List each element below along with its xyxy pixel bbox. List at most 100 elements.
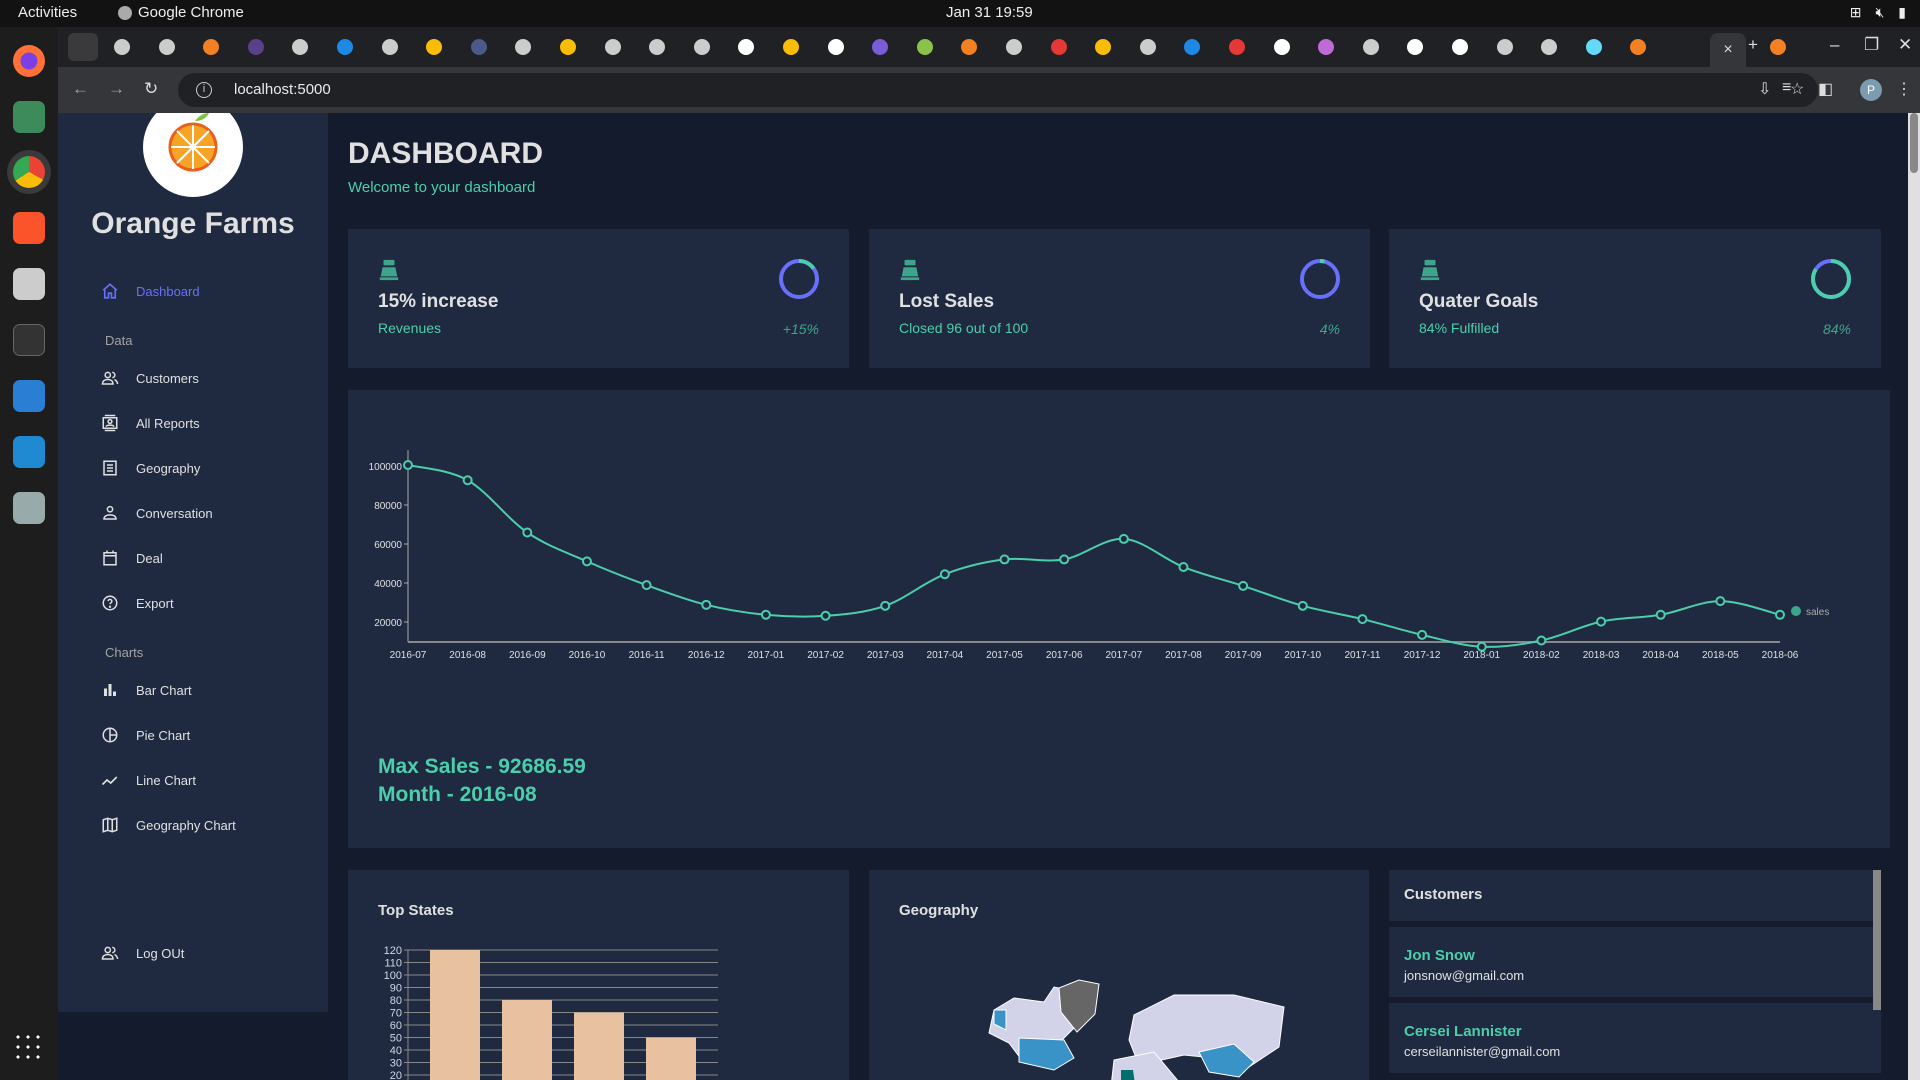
logout-button[interactable]: Log OUt [98, 941, 184, 965]
data-point [641, 580, 652, 591]
text-editor-icon[interactable] [13, 268, 45, 300]
vscode-icon[interactable] [13, 436, 45, 468]
tab-favicon-icon[interactable] [1184, 39, 1201, 55]
scrollbar-thumb[interactable] [1910, 113, 1918, 173]
customers-scrollbar[interactable] [1873, 870, 1881, 1010]
tab-favicon-icon[interactable] [783, 39, 799, 55]
page-scrollbar[interactable] [1908, 113, 1920, 1080]
customer-list-item[interactable]: Jon Snow jonsnow@gmail.com [1389, 927, 1881, 997]
tab-favicon-icon[interactable] [872, 39, 889, 55]
sidebar-item-conversation[interactable]: Conversation [98, 501, 213, 525]
restore-button[interactable]: ❐ [1864, 35, 1879, 55]
site-info-icon[interactable]: i [196, 82, 212, 98]
back-button[interactable]: ← [72, 79, 89, 99]
tab-favicon-icon[interactable] [247, 39, 264, 55]
menu-kebab-icon[interactable]: ⋮ [1896, 79, 1912, 99]
reload-button[interactable]: ↻ [144, 79, 158, 99]
tab-favicon-icon[interactable] [1541, 39, 1558, 55]
media-control-icon[interactable]: ≡ [1782, 79, 1791, 97]
tab-favicon-icon[interactable] [1139, 39, 1156, 55]
install-app-icon[interactable]: ⇩ [1758, 73, 1771, 107]
tab-favicon-icon[interactable] [738, 39, 755, 55]
customer-list-item[interactable]: Cersei Lannister cerseilannister@gmail.co… [1389, 1003, 1881, 1073]
tab-favicon-icon[interactable] [961, 39, 978, 55]
geography-panel: Geography [869, 870, 1369, 1080]
sidebar-item-geography[interactable]: Geography [98, 456, 200, 480]
tab-favicon-icon[interactable] [1362, 39, 1379, 55]
progress-circle [779, 259, 819, 299]
close-tab-icon[interactable]: × [1723, 41, 1732, 58]
x-tick-label: 2017-03 [867, 650, 904, 661]
sidebar-item-bar-chart[interactable]: Bar Chart [98, 678, 192, 702]
sidebar-item-line-chart[interactable]: Line Chart [98, 768, 196, 792]
tab-favicon-icon[interactable] [1630, 39, 1647, 55]
tab-favicon-icon[interactable] [1770, 39, 1786, 55]
tab-favicon-icon[interactable] [1318, 39, 1335, 55]
sidebar-item-deal[interactable]: Deal [98, 546, 163, 570]
tab-favicon-icon[interactable] [1006, 39, 1022, 55]
tab-favicon-icon[interactable] [114, 39, 130, 55]
minimize-button[interactable]: – [1830, 35, 1839, 55]
side-panel-icon[interactable]: ◧ [1818, 79, 1833, 99]
brand-name: Orange Farms [91, 207, 295, 240]
sidebar-item-pie-chart[interactable]: Pie Chart [98, 723, 190, 747]
tab-favicon-icon[interactable] [693, 39, 710, 55]
page-title: DASHBOARD [348, 137, 543, 170]
app-menu[interactable]: Google Chrome [118, 4, 244, 21]
tab-favicon-icon[interactable] [916, 39, 933, 55]
tab-favicon-icon[interactable] [1452, 39, 1468, 55]
sidebar-item-geography-chart[interactable]: Geography Chart [98, 813, 236, 837]
writer-icon[interactable] [13, 380, 45, 412]
firefox-icon[interactable] [13, 45, 45, 77]
activities-button[interactable]: Activities [18, 4, 77, 21]
section-label-charts: Charts [105, 645, 144, 660]
people-icon [98, 366, 122, 390]
orange-logo [143, 113, 243, 197]
profile-avatar[interactable]: P [1860, 79, 1882, 101]
tab-favicon-icon[interactable] [292, 39, 309, 55]
tab-favicon-icon[interactable] [426, 39, 443, 55]
address-bar[interactable]: i localhost:5000 ⇩ ☆ [178, 73, 1818, 107]
tab-favicon-icon[interactable] [1585, 39, 1602, 55]
tab-favicon-icon[interactable] [1407, 39, 1424, 55]
stat-percent: 84% [1822, 321, 1851, 337]
data-point [820, 610, 831, 621]
tab-favicon-icon[interactable] [1050, 39, 1067, 55]
sidebar-item-all-reports[interactable]: All Reports [98, 411, 200, 435]
tab-favicon-icon[interactable] [649, 39, 666, 55]
clock[interactable]: Jan 31 19:59 [946, 4, 1033, 21]
active-tab[interactable]: × [1710, 33, 1746, 67]
new-tab-button[interactable]: + [1748, 35, 1758, 55]
tab-favicon-icon[interactable] [337, 39, 353, 55]
tab-favicon-icon[interactable] [560, 39, 576, 55]
y-tick-label: 40000 [374, 579, 402, 590]
tab-favicon-icon[interactable] [470, 39, 487, 55]
terminal-icon[interactable] [13, 324, 45, 356]
sidebar-item-export[interactable]: Export [98, 591, 174, 615]
page-subtitle: Welcome to your dashboard [348, 179, 536, 196]
tab-favicon-icon[interactable] [381, 39, 398, 55]
tab-favicon-icon[interactable] [158, 39, 175, 55]
tab-favicon-icon[interactable] [604, 39, 621, 55]
dock [0, 27, 58, 1080]
forward-button[interactable]: → [108, 79, 125, 99]
trash-icon[interactable] [13, 492, 45, 524]
sidebar-item-dashboard[interactable]: Dashboard [98, 279, 200, 303]
sidebar-item-customers[interactable]: Customers [98, 366, 199, 390]
tab-favicon-icon[interactable] [1095, 39, 1112, 55]
bookmark-star-icon[interactable]: ☆ [1790, 73, 1804, 107]
chrome-icon[interactable] [13, 156, 45, 188]
tab-list-button[interactable] [68, 33, 98, 61]
app-grid-icon[interactable] [13, 1032, 45, 1064]
system-tray[interactable]: ⊞ 🔇︎ ▮ [1850, 4, 1906, 21]
tab-favicon-icon[interactable] [827, 39, 844, 55]
data-point [1536, 635, 1547, 646]
tab-favicon-icon[interactable] [1229, 39, 1245, 55]
tab-favicon-icon[interactable] [203, 39, 220, 55]
tab-favicon-icon[interactable] [1496, 39, 1513, 55]
close-window-button[interactable]: ✕ [1898, 35, 1912, 55]
files-icon[interactable] [13, 101, 45, 133]
tab-favicon-icon[interactable] [1273, 39, 1290, 55]
tab-favicon-icon[interactable] [515, 39, 532, 55]
brave-icon[interactable] [13, 212, 45, 244]
